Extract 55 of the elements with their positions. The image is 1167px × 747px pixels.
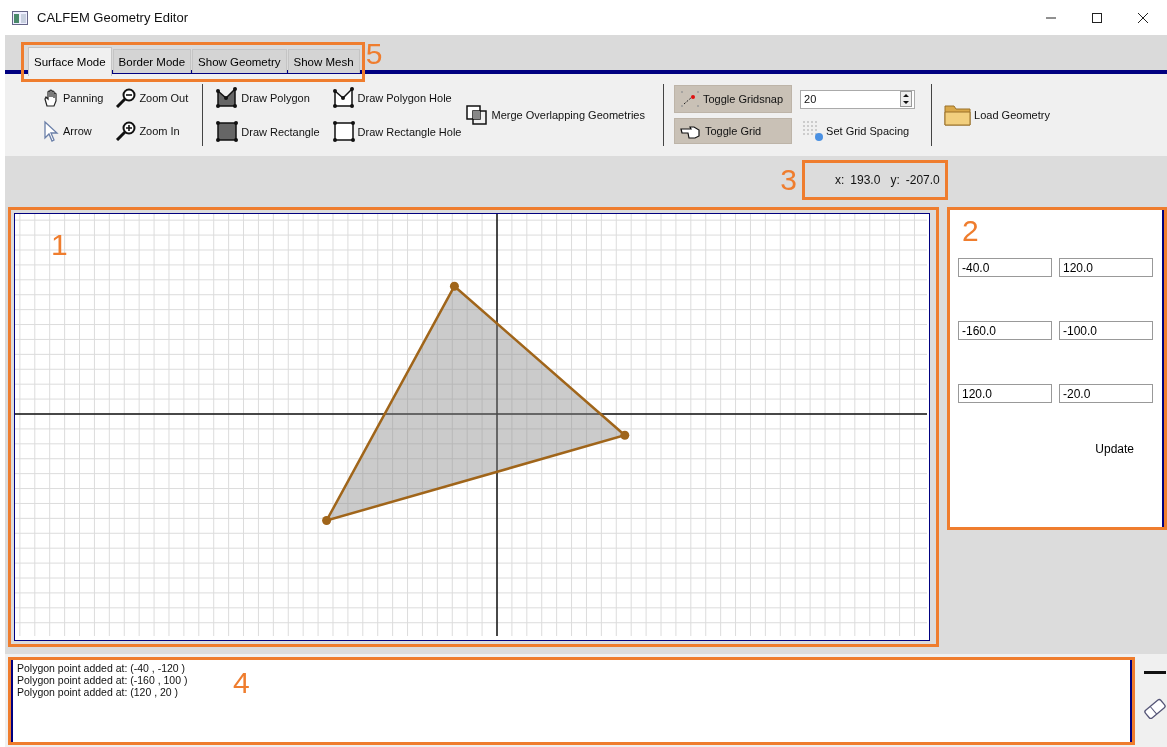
merge-tool[interactable]: Merge Overlapping Geometries [463,101,647,129]
y-coordinate-field[interactable]: -20.0 [1059,384,1153,403]
draw-rectangle-tool[interactable]: Draw Rectangle [213,118,322,146]
spin-arrows-icon [900,91,913,107]
snap-point-icon [678,89,701,109]
log-line: Polygon point added at: (-40 , -120 ) [17,662,186,674]
x-value: 193.0 [850,173,881,187]
mode-tab[interactable]: Show Mesh [287,49,360,73]
dotted-grid-icon [802,120,825,142]
draw-rectangle-hole-tool[interactable]: Draw Rectangle Hole [329,118,464,146]
rectangle-outline-icon [331,121,356,143]
arrow-tool[interactable]: Arrow [39,117,106,145]
callout-number: 1 [51,230,68,260]
zoom-in-icon [115,121,138,141]
callout-number: 4 [233,668,250,698]
callout-number: 2 [962,216,979,246]
callout-number: 5 [365,39,383,69]
polygon-icon [215,87,240,109]
folder-icon [944,103,973,127]
close-icon[interactable] [1137,11,1149,24]
draw-polygon-tool[interactable]: Draw Polygon [213,84,322,112]
x-coordinate-field[interactable]: -40.0 [958,258,1052,277]
toggle-grid-button[interactable]: Toggle Grid [673,118,793,144]
zoom-out-tool[interactable]: Zoom Out [113,85,191,111]
update-button[interactable]: Update [1089,441,1140,457]
panning-tool[interactable]: Panning [39,85,106,111]
mode-tab[interactable]: Surface Mode [28,47,112,76]
x-coordinate-field[interactable]: 120.0 [958,384,1052,403]
overlapping-squares-icon [465,104,490,126]
grid-spacing-spinbox[interactable]: 20 [800,89,916,109]
toggle-gridsnap-button[interactable]: Toggle Gridsnap [673,85,793,113]
log-line: Polygon point added at: (120 , 20 ) [17,686,179,698]
log-line: Polygon point added at: (-160 , 100 ) [17,674,188,686]
zoom-out-icon [115,88,138,108]
y-coordinate-field[interactable]: -100.0 [1059,321,1153,340]
polygon-outline-icon [331,87,356,109]
line-icon[interactable] [1144,671,1166,675]
load-geometry-button[interactable]: Load Geometry [942,100,1052,130]
pointer-icon [41,120,61,142]
y-label: y: [890,173,900,187]
zoom-in-tool[interactable]: Zoom In [113,117,191,145]
x-label: x: [835,173,845,187]
set-grid-spacing-button[interactable]: Set Grid Spacing [800,117,916,145]
rectangle-icon [215,121,240,143]
mode-tab[interactable]: Border Mode [112,49,192,73]
mode-tab[interactable]: Show Geometry [192,49,287,73]
draw-polygon-hole-tool[interactable]: Draw Polygon Hole [329,84,464,112]
maximize-icon[interactable] [1091,11,1103,24]
callout-number: 3 [780,165,797,195]
y-coordinate-field[interactable]: 120.0 [1059,258,1153,277]
triangle-polygon[interactable] [322,281,630,525]
window-title: CALFEM Geometry Editor [37,10,188,25]
x-coordinate-field[interactable]: -160.0 [958,321,1052,340]
app-icon [12,10,28,25]
y-value: -207.0 [905,173,940,187]
